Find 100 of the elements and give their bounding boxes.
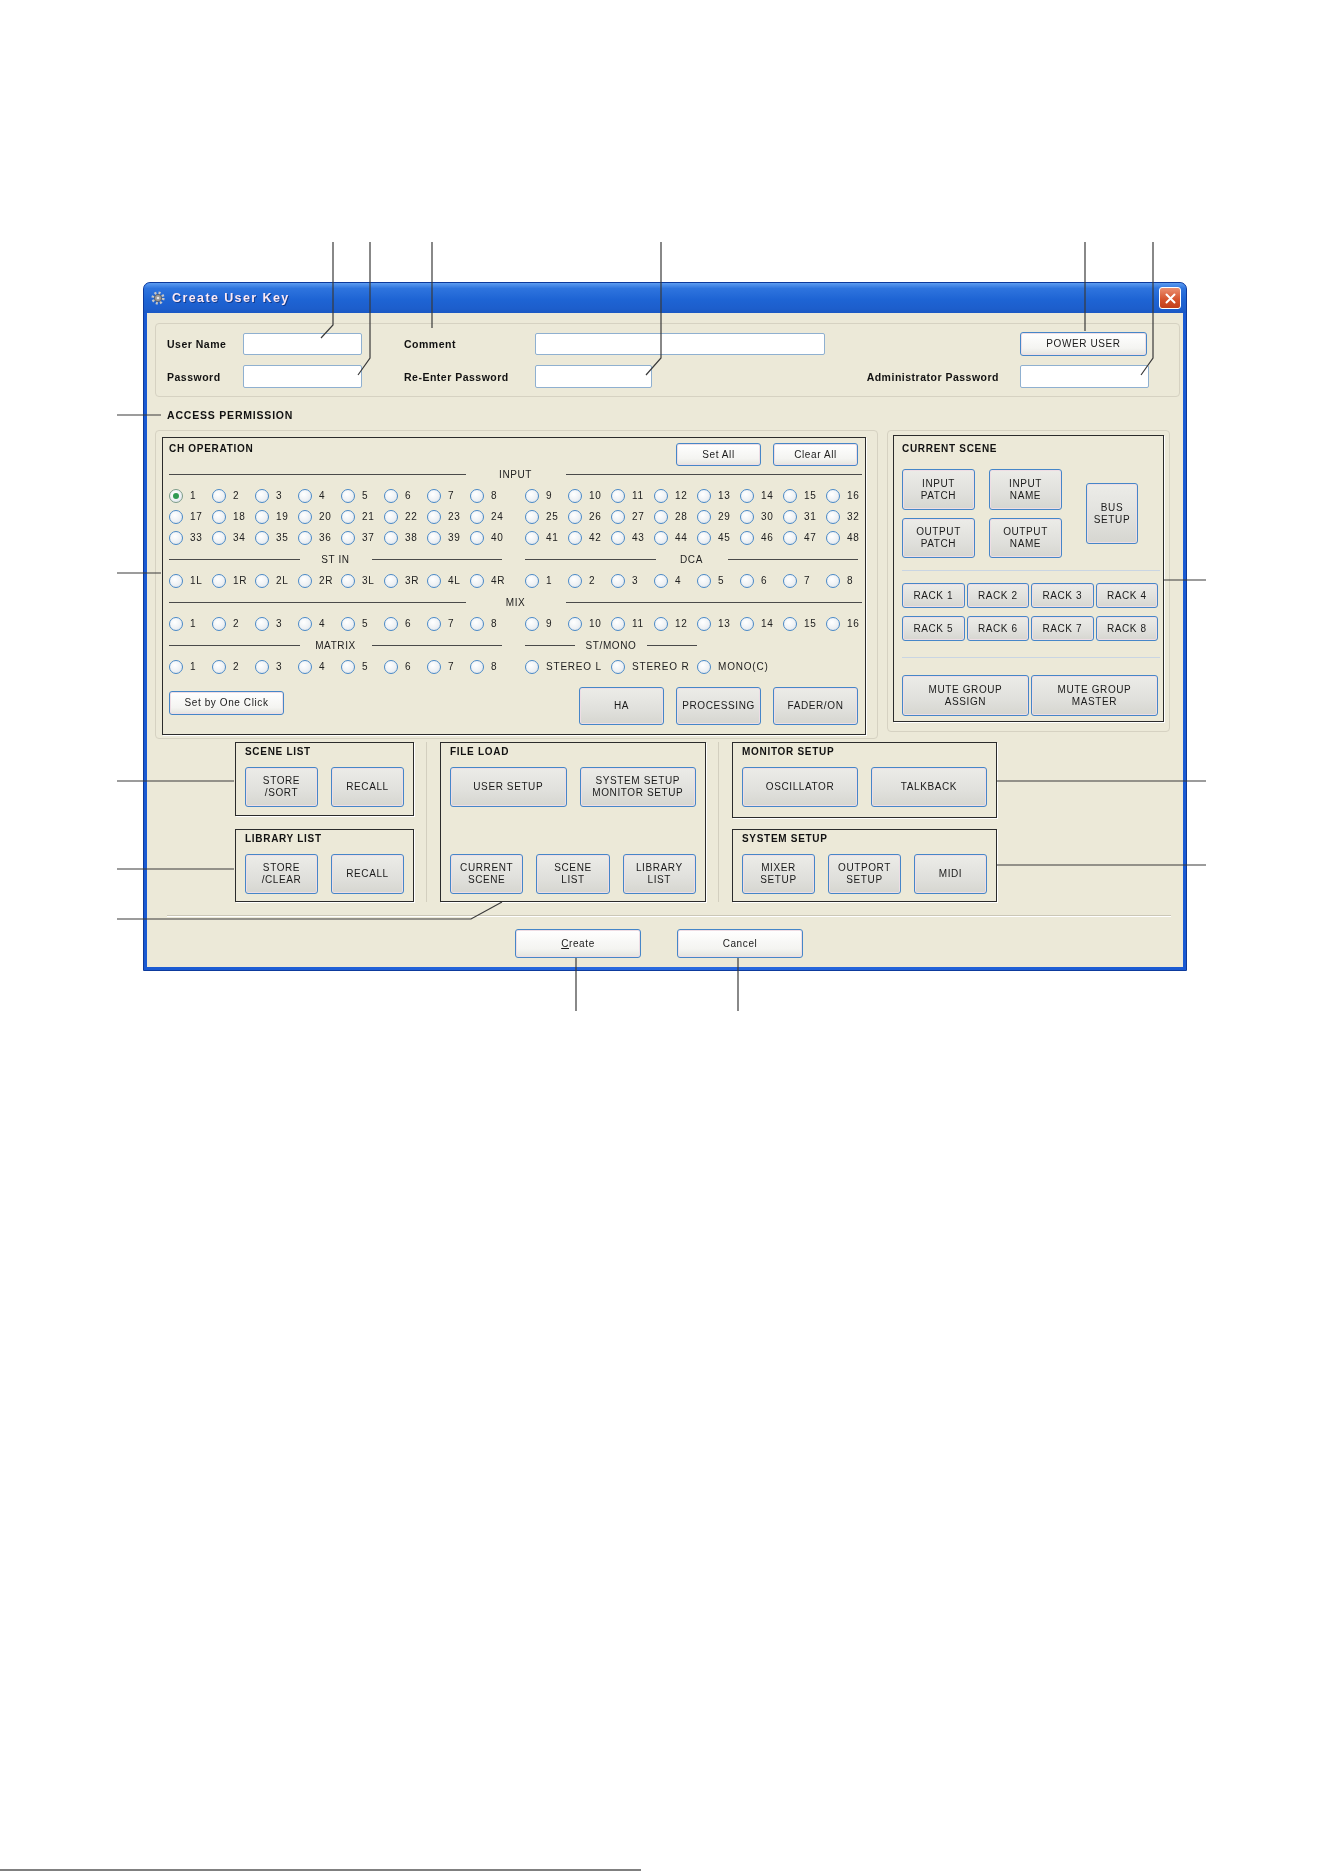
- radio-button[interactable]: [826, 509, 840, 524]
- radio-button[interactable]: [169, 509, 183, 524]
- rack-button[interactable]: RACK 5: [902, 616, 965, 641]
- function-button[interactable]: RECALL: [331, 854, 404, 894]
- text-field[interactable]: [1020, 365, 1149, 388]
- radio-button[interactable]: [384, 488, 398, 503]
- radio-button[interactable]: [427, 509, 441, 524]
- radio-button[interactable]: [826, 488, 840, 503]
- radio-button[interactable]: [568, 488, 582, 503]
- radio-button[interactable]: [255, 530, 269, 545]
- rack-button[interactable]: RACK 8: [1095, 616, 1158, 641]
- action-button[interactable]: Set All: [676, 443, 761, 466]
- radio-button[interactable]: [697, 488, 711, 503]
- radio-button[interactable]: [384, 659, 398, 674]
- radio-button[interactable]: [697, 616, 711, 631]
- function-button[interactable]: TALKBACK: [871, 767, 987, 807]
- scene-button[interactable]: OUTPUT NAME: [989, 518, 1062, 558]
- radio-button[interactable]: [783, 509, 797, 524]
- function-button[interactable]: RECALL: [331, 767, 404, 807]
- radio-button[interactable]: [740, 573, 754, 588]
- radio-button[interactable]: [212, 573, 226, 588]
- radio-button[interactable]: [525, 616, 539, 631]
- radio-button[interactable]: [697, 659, 711, 674]
- radio-button[interactable]: [654, 488, 668, 503]
- category-button[interactable]: PROCESSING: [676, 687, 761, 725]
- function-button[interactable]: SYSTEM SETUP MONITOR SETUP: [579, 767, 696, 807]
- function-button[interactable]: STORE /SORT: [245, 767, 318, 807]
- radio-button[interactable]: [697, 573, 711, 588]
- radio-button[interactable]: [654, 509, 668, 524]
- text-field[interactable]: [243, 333, 362, 355]
- radio-button[interactable]: [384, 509, 398, 524]
- radio-button[interactable]: [169, 573, 183, 588]
- radio-button[interactable]: [212, 530, 226, 545]
- radio-button[interactable]: [740, 488, 754, 503]
- text-field[interactable]: [535, 365, 652, 388]
- radio-button[interactable]: [427, 616, 441, 631]
- radio-button[interactable]: [341, 509, 355, 524]
- radio-button[interactable]: [298, 659, 312, 674]
- rack-button[interactable]: RACK 2: [966, 583, 1029, 608]
- radio-button[interactable]: [783, 573, 797, 588]
- radio-button[interactable]: [783, 488, 797, 503]
- function-button[interactable]: SCENE LIST: [536, 854, 610, 894]
- radio-button[interactable]: [298, 488, 312, 503]
- radio-button[interactable]: [212, 616, 226, 631]
- function-button[interactable]: MIDI: [914, 854, 987, 894]
- set-by-one-click-button[interactable]: Set by One Click: [169, 691, 284, 715]
- radio-button[interactable]: [298, 573, 312, 588]
- radio-button[interactable]: [298, 509, 312, 524]
- function-button[interactable]: MIXER SETUP: [742, 854, 815, 894]
- mute-group-button[interactable]: MUTE GROUP MASTER: [1031, 675, 1158, 716]
- radio-button[interactable]: [341, 659, 355, 674]
- radio-button[interactable]: [255, 488, 269, 503]
- radio-button[interactable]: [255, 659, 269, 674]
- radio-button[interactable]: [470, 573, 484, 588]
- radio-button[interactable]: [212, 659, 226, 674]
- radio-button[interactable]: [470, 488, 484, 503]
- rack-button[interactable]: RACK 1: [902, 583, 965, 608]
- radio-button[interactable]: [740, 530, 754, 545]
- radio-button[interactable]: [212, 509, 226, 524]
- radio-button[interactable]: [298, 530, 312, 545]
- radio-button[interactable]: [525, 659, 539, 674]
- rack-button[interactable]: RACK 6: [966, 616, 1029, 641]
- radio-button[interactable]: [427, 573, 441, 588]
- action-button[interactable]: Clear All: [773, 443, 858, 466]
- radio-button[interactable]: [525, 488, 539, 503]
- radio-button[interactable]: [255, 616, 269, 631]
- radio-button[interactable]: [654, 530, 668, 545]
- radio-button[interactable]: [611, 616, 625, 631]
- function-button[interactable]: LIBRARY LIST: [622, 854, 696, 894]
- rack-button[interactable]: RACK 3: [1031, 583, 1094, 608]
- radio-button[interactable]: [826, 573, 840, 588]
- radio-button[interactable]: [611, 573, 625, 588]
- radio-button[interactable]: [697, 509, 711, 524]
- dialog-button[interactable]: Cancel: [677, 929, 803, 958]
- radio-button[interactable]: [568, 573, 582, 588]
- radio-button[interactable]: [697, 530, 711, 545]
- close-button[interactable]: [1159, 287, 1181, 309]
- rack-button[interactable]: RACK 7: [1031, 616, 1094, 641]
- radio-button[interactable]: [255, 509, 269, 524]
- radio-button[interactable]: [826, 616, 840, 631]
- radio-button[interactable]: [255, 573, 269, 588]
- radio-button[interactable]: [611, 659, 625, 674]
- radio-button[interactable]: [826, 530, 840, 545]
- function-button[interactable]: OSCILLATOR: [742, 767, 858, 807]
- radio-button[interactable]: [568, 616, 582, 631]
- radio-button[interactable]: [384, 616, 398, 631]
- function-button[interactable]: USER SETUP: [450, 767, 567, 807]
- function-button[interactable]: OUTPORT SETUP: [828, 854, 901, 894]
- radio-button[interactable]: [525, 509, 539, 524]
- radio-button[interactable]: [341, 616, 355, 631]
- radio-button[interactable]: [169, 616, 183, 631]
- radio-button[interactable]: [384, 573, 398, 588]
- scene-button[interactable]: INPUT NAME: [989, 469, 1062, 510]
- radio-button[interactable]: [427, 659, 441, 674]
- radio-button[interactable]: [654, 616, 668, 631]
- radio-button[interactable]: [611, 530, 625, 545]
- function-button[interactable]: CURRENT SCENE: [450, 854, 524, 894]
- radio-button[interactable]: [525, 530, 539, 545]
- radio-button[interactable]: [470, 616, 484, 631]
- radio-button[interactable]: [568, 509, 582, 524]
